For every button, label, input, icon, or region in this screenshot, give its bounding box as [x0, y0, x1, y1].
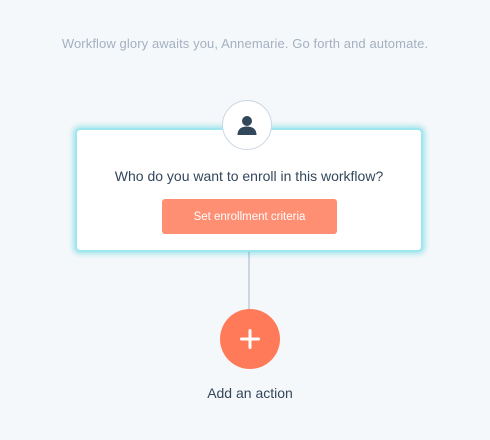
add-action-button[interactable]: [220, 309, 280, 369]
workflow-tagline: Workflow glory awaits you, Annemarie. Go…: [61, 36, 429, 51]
contact-person-icon-graphic: [237, 116, 257, 135]
plus-icon: [240, 329, 260, 349]
set-enrollment-criteria-button[interactable]: Set enrollment criteria: [162, 199, 337, 234]
workflow-connector-line: [248, 252, 250, 312]
enrollment-question: Who do you want to enroll in this workfl…: [114, 168, 384, 184]
add-action-label: Add an action: [207, 385, 293, 401]
contact-person-icon: [222, 100, 272, 150]
